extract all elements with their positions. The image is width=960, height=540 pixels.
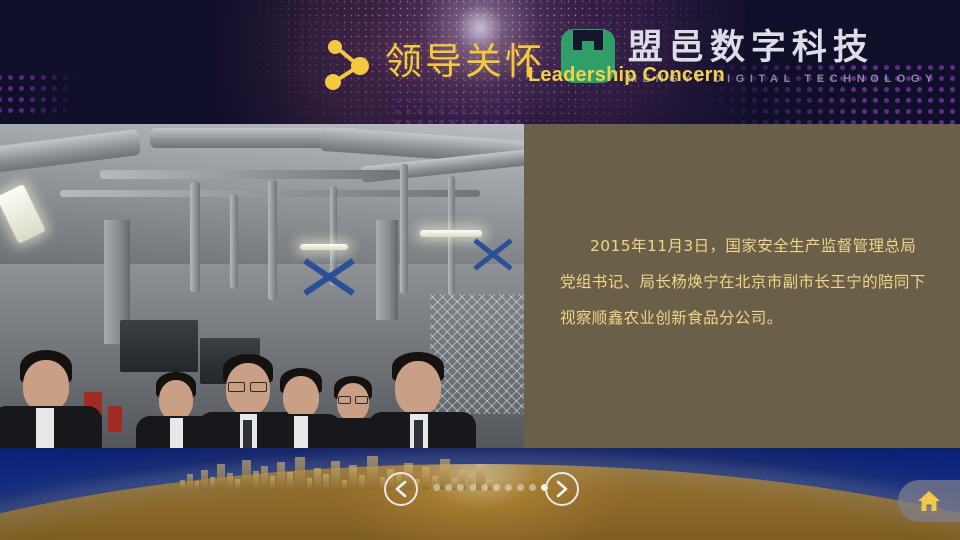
slide-caption-panel: 2015年11月3日，国家安全生产监督管理总局党组书记、局长杨焕宁在北京市副市长… (524, 124, 960, 448)
prev-slide-button[interactable] (384, 472, 418, 506)
slide-dot[interactable] (433, 484, 440, 491)
slide-caption-text: 2015年11月3日，国家安全生产监督管理总局党组书记、局长杨焕宁在北京市副市长… (560, 237, 926, 327)
slide-photo (0, 124, 524, 448)
halftone-dots-center (392, 84, 524, 124)
slide-dot[interactable] (457, 484, 464, 491)
home-icon (918, 491, 940, 511)
slide-dot[interactable] (445, 484, 452, 491)
page-title: 领导关怀 (385, 40, 545, 83)
chevron-right-icon (556, 480, 568, 498)
slide-dot[interactable] (469, 484, 476, 491)
slideshow-page: 领导关怀 Leadership Concern 盟邑数字科技 MENGYI DI… (0, 0, 960, 540)
home-button[interactable] (898, 480, 960, 522)
slide-dot[interactable] (517, 484, 524, 491)
page-subtitle: Leadership Concern (528, 64, 725, 86)
photo-pipe (400, 164, 408, 294)
slide-dot[interactable] (493, 484, 500, 491)
header-left-fade (0, 0, 300, 124)
slide-dot[interactable] (529, 484, 536, 491)
photo-pipe (230, 194, 238, 289)
photo-pipe (100, 170, 400, 179)
slide-body: 2015年11月3日，国家安全生产监督管理总局党组书记、局长杨焕宁在北京市副市长… (0, 124, 960, 448)
photo-machine (120, 320, 198, 372)
chevron-left-icon (395, 480, 407, 498)
photo-equipment (108, 406, 122, 432)
network-node-icon (325, 40, 369, 90)
slide-dot[interactable] (505, 484, 512, 491)
photo-mesh-fence (430, 294, 524, 414)
photo-column (376, 220, 398, 320)
slide-dot[interactable] (481, 484, 488, 491)
photo-light (420, 230, 482, 237)
photo-pipe (190, 182, 200, 292)
photo-pipe (268, 180, 277, 300)
photo-light (300, 244, 348, 250)
slide-indicator-dots[interactable] (433, 484, 548, 491)
page-header: 领导关怀 Leadership Concern 盟邑数字科技 MENGYI DI… (0, 0, 960, 124)
next-slide-button[interactable] (545, 472, 579, 506)
